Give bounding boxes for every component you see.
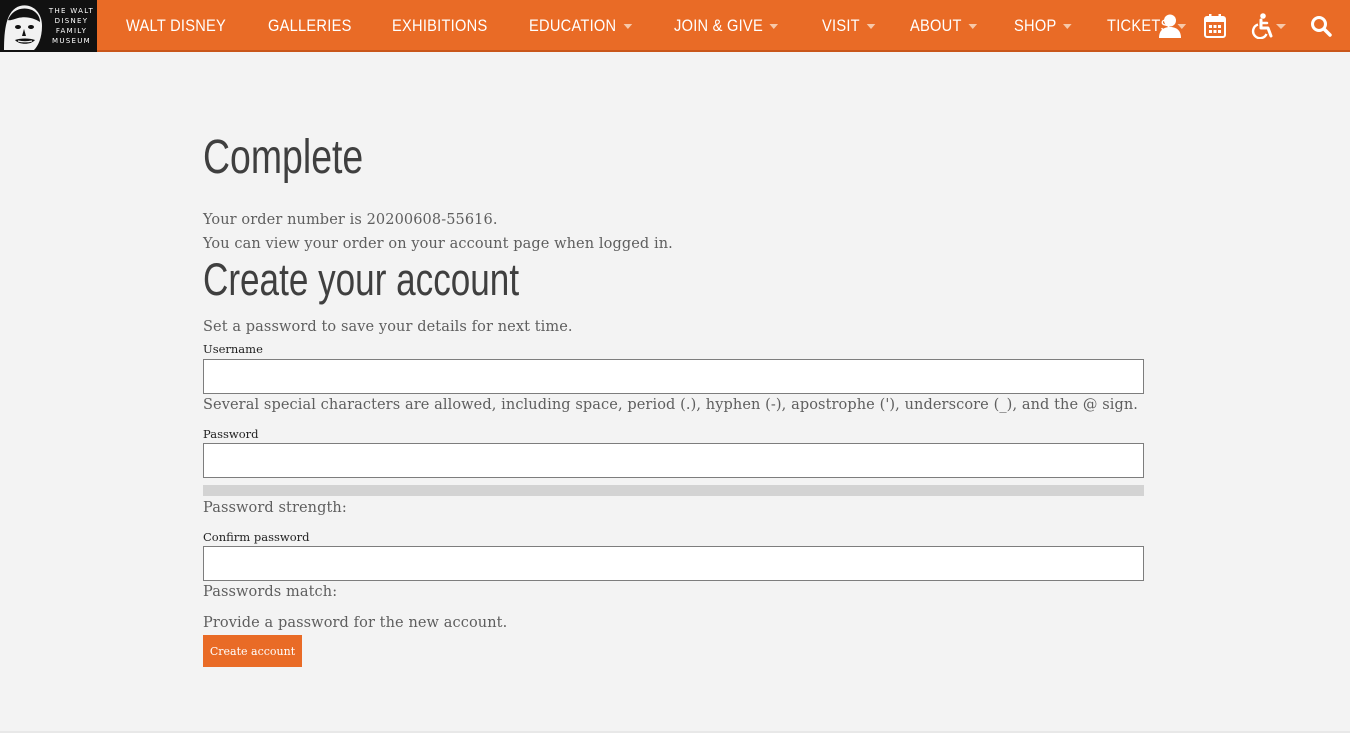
user-icon [1159,14,1181,38]
logo-line: MUSEUM [52,37,91,45]
nav-label: SHOP [1013,16,1057,35]
chevron-down-icon [968,23,977,29]
chevron-down-icon [769,23,779,29]
nav-label: GALLERIES [268,16,352,35]
nav-item-galleries[interactable]: GALLERIES [268,16,352,36]
nav-label: EXHIBITIONS [391,16,488,35]
accessibility-icon [1251,13,1272,39]
chevron-down-icon [1275,23,1286,29]
passwords-match-text: Passwords match: [203,584,338,600]
nav-item-visit[interactable]: VISIT [822,16,875,36]
calendar-icon [1204,14,1226,38]
logo-line: FAMILY [55,27,88,35]
username-label: Username [203,342,263,356]
logo-wordmark: THE WALT DISNEY FAMILY MUSEUM [46,0,97,52]
username-input[interactable] [203,359,1144,394]
nav-item-walt-disney[interactable]: WALT DISNEY [126,16,226,36]
walt-disney-portrait-icon [0,0,46,52]
create-account-title: Create your account [203,254,520,305]
password-label: Password [203,427,259,441]
page-title: Complete [203,131,364,184]
confirm-password-input[interactable] [203,546,1144,581]
nav-label: VISIT [821,16,860,35]
nav-item-shop[interactable]: SHOP [1014,16,1072,36]
nav-label: WALT DISNEY [126,16,227,35]
nav-label: ABOUT [909,16,962,35]
nav-item-join-give[interactable]: JOIN & GIVE [674,16,779,36]
main-nav: WALT DISNEY GALLERIES EXHIBITIONS EDUCAT… [126,0,1225,52]
museum-logo[interactable]: THE WALT DISNEY FAMILY MUSEUM [0,0,97,52]
order-view-text: You can view your order on your account … [203,236,673,252]
account-button[interactable] [1157,0,1183,52]
site-header: THE WALT DISNEY FAMILY MUSEUM WALT DISNE… [0,0,1350,52]
confirm-password-label: Confirm password [203,530,310,544]
search-button[interactable] [1309,0,1333,52]
create-account-button[interactable]: Create account [203,635,302,667]
chevron-down-icon [622,23,632,29]
nav-item-about[interactable]: ABOUT [910,16,977,36]
search-icon [1311,16,1332,37]
accessibility-menu-button[interactable] [1248,0,1288,52]
create-account-intro: Set a password to save your details for … [203,319,573,335]
logo-line: THE WALT [48,7,95,15]
nav-item-education[interactable]: EDUCATION [529,16,632,36]
password-input[interactable] [203,443,1144,478]
password-hint-text: Provide a password for the new account. [203,615,508,631]
password-strength-bar [203,485,1144,496]
nav-label: EDUCATION [528,16,616,35]
password-strength-text: Password strength: [203,500,347,516]
logo-line: DISNEY [54,17,89,25]
username-help-text: Several special characters are allowed, … [203,397,1139,413]
chevron-down-icon [866,23,875,29]
order-number-text: Your order number is 20200608-55616. [203,212,498,228]
nav-label: JOIN & GIVE [674,16,764,35]
calendar-button[interactable] [1202,0,1228,52]
nav-item-exhibitions[interactable]: EXHIBITIONS [392,16,487,36]
chevron-down-icon [1062,23,1072,29]
